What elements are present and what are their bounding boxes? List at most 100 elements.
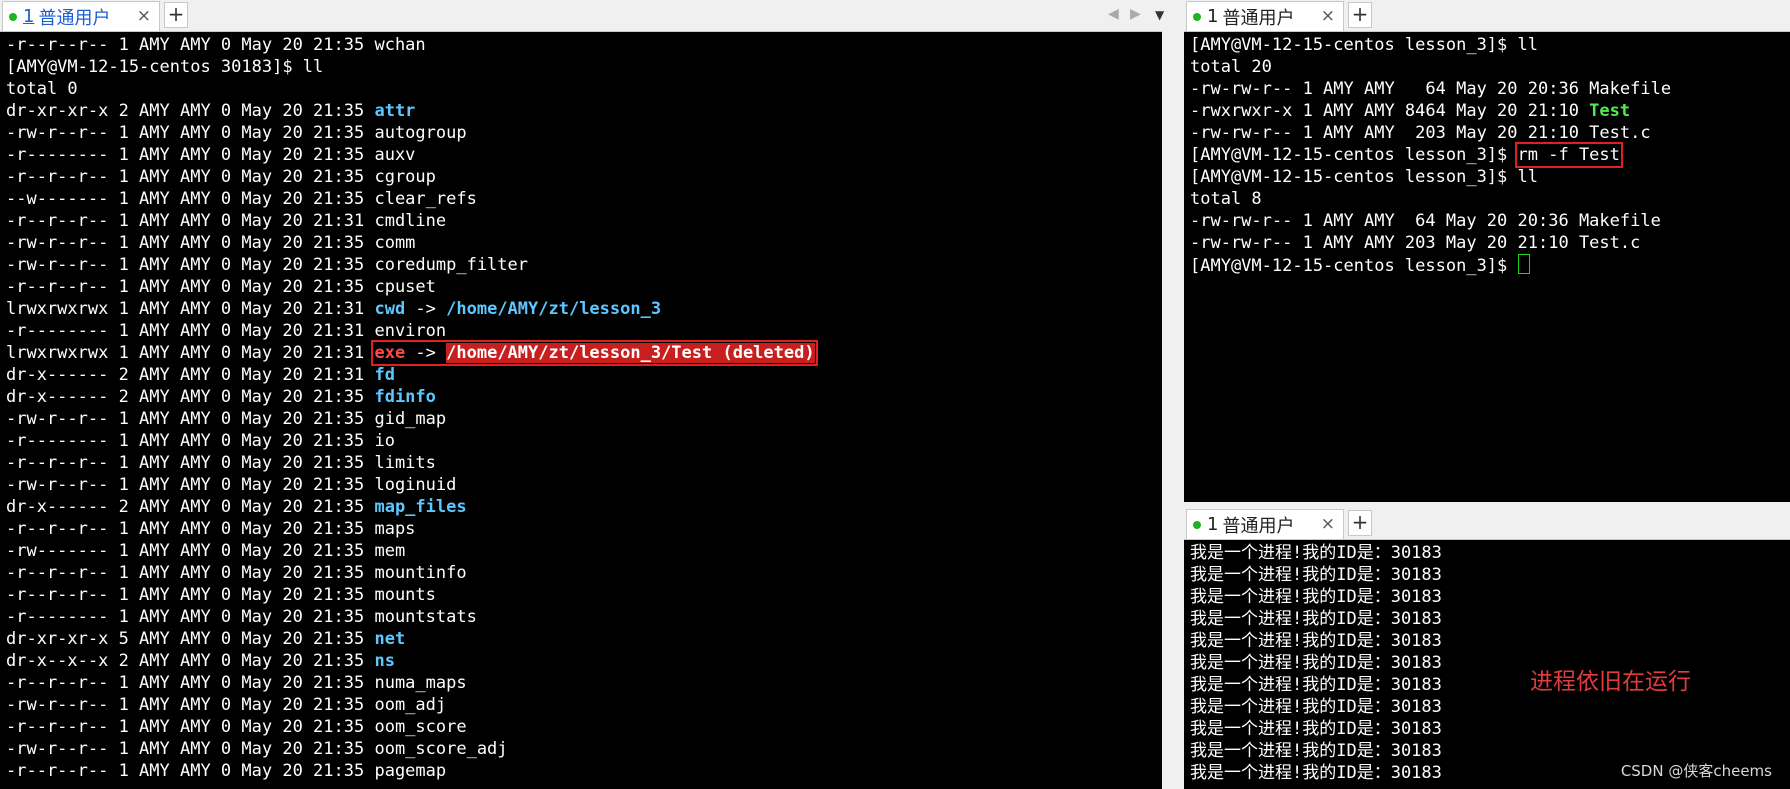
file-meta: --w------- 1 AMY AMY 0 May 20 21:35 [6,189,375,209]
add-tab-button[interactable]: + [164,2,188,28]
terminal-line: -r--r--r-- 1 AMY AMY 0 May 20 21:35 maps [6,518,1156,540]
process-output-line: 我是一个进程!我的ID是：30183 [1190,675,1442,695]
terminal-line: -r--r--r-- 1 AMY AMY 0 May 20 21:35 wcha… [6,34,1156,56]
file-name: wchan [374,35,426,55]
tab-normal-user-left[interactable]: 1 普通用户 × [2,1,160,31]
file-meta: -r--r--r-- 1 AMY AMY 0 May 20 21:35 [6,761,375,781]
terminal-line: total 0 [6,78,1156,100]
terminal-line: -r--r--r-- 1 AMY AMY 0 May 20 21:35 moun… [6,584,1156,606]
terminal-line: -rw-rw-r-- 1 AMY AMY 203 May 20 21:10 Te… [1190,122,1790,144]
file-meta: -rw-r--r-- 1 AMY AMY 0 May 20 21:35 [6,475,375,495]
add-tab-button[interactable]: + [1348,510,1372,536]
file-meta: -r-------- 1 AMY AMY 0 May 20 21:35 [6,431,375,451]
terminal-line: -rw-r--r-- 1 AMY AMY 0 May 20 21:35 oom_… [6,694,1156,716]
connected-status-icon [1193,520,1201,529]
terminal-line: -r--r--r-- 1 AMY AMY 0 May 20 21:35 moun… [6,562,1156,584]
file-meta: -r--r--r-- 1 AMY AMY 0 May 20 21:35 [6,585,375,605]
annotation-process-still-running: 进程依旧在运行 [1530,669,1691,695]
file-meta: -r--r--r-- 1 AMY AMY 0 May 20 21:35 [6,717,375,737]
tab-normal-user-top-right[interactable]: 1 普通用户 × [1186,1,1344,31]
scroll-tabs-left-icon[interactable]: ◀ [1108,6,1119,22]
file-name: cmdline [374,211,447,231]
terminal-line: -rw-r--r-- 1 AMY AMY 0 May 20 21:35 core… [6,254,1156,276]
bottom-right-terminal-pane[interactable]: 1 普通用户 × + 我是一个进程!我的ID是：30183 我是一个进程!我的ID… [1184,508,1790,789]
terminal-line: -r--r--r-- 1 AMY AMY 0 May 20 21:35 numa… [6,672,1156,694]
left-terminal-pane[interactable]: 1 普通用户 × + ◀ ▶ ▼ -r--r--r-- 1 AMY AMY 0 … [0,0,1170,789]
file-name: coredump_filter [374,255,528,275]
process-output-line: 我是一个进程!我的ID是：30183 [1190,653,1442,673]
file-meta: dr-x------ 2 AMY AMY 0 May 20 21:35 [6,387,375,407]
terminal-cursor [1517,254,1530,274]
prompt-command: [AMY@VM-12-15-centos lesson_3]$ ll [1190,167,1538,187]
tab-label: 普通用户 [38,7,111,29]
tab-number: 1 [1207,514,1219,535]
top-right-terminal-pane[interactable]: 1 普通用户 × + [AMY@VM-12-15-centos lesson_3… [1184,0,1790,502]
file-meta: lrwxrwxrwx 1 AMY AMY 0 May 20 21:31 [6,343,375,363]
left-terminal-output[interactable]: -r--r--r-- 1 AMY AMY 0 May 20 21:35 wcha… [0,31,1156,789]
terminal-line: -rw-r--r-- 1 AMY AMY 0 May 20 21:35 gid_… [6,408,1156,430]
terminal-line: lrwxrwxrwx 1 AMY AMY 0 May 20 21:31 exe … [6,340,1156,366]
file-meta: -rw------- 1 AMY AMY 0 May 20 21:35 [6,541,375,561]
terminal-line: -rw-r--r-- 1 AMY AMY 0 May 20 21:35 comm [6,232,1156,254]
terminal-line: -rw------- 1 AMY AMY 0 May 20 21:35 mem [6,540,1156,562]
scroll-tabs-right-icon[interactable]: ▶ [1130,6,1141,22]
file-name: pagemap [374,761,447,781]
process-output-line: 我是一个进程!我的ID是：30183 [1190,697,1442,717]
terminal-line: -r--r--r-- 1 AMY AMY 0 May 20 21:35 page… [6,760,1156,782]
close-tab-icon[interactable]: × [1321,6,1335,26]
left-tab-bar: 1 普通用户 × + ◀ ▶ ▼ [0,0,1170,32]
close-tab-icon[interactable]: × [137,6,151,26]
file-meta: -r-------- 1 AMY AMY 0 May 20 21:35 [6,145,375,165]
terminal-line: -r-------- 1 AMY AMY 0 May 20 21:35 io [6,430,1156,452]
line-text: total 8 [1190,189,1262,209]
file-name: Makefile [1589,79,1672,99]
file-meta: dr-x------ 2 AMY AMY 0 May 20 21:35 [6,497,375,517]
file-name: fd [374,365,395,385]
close-tab-icon[interactable]: × [1321,514,1335,534]
top-right-terminal-output[interactable]: [AMY@VM-12-15-centos lesson_3]$ ll total … [1184,31,1790,502]
file-name: map_files [374,497,467,517]
file-meta: -r--r--r-- 1 AMY AMY 0 May 20 21:35 [6,167,375,187]
file-meta: -rw-r--r-- 1 AMY AMY 0 May 20 21:35 [6,409,375,429]
prompt: [AMY@VM-12-15-centos lesson_3]$ [1190,145,1508,165]
file-name: mounts [374,585,436,605]
file-name: mountstats [374,607,477,627]
tab-normal-user-bottom-right[interactable]: 1 普通用户 × [1186,509,1344,539]
file-name: cgroup [374,167,436,187]
file-name: oom_score_adj [374,739,508,759]
left-scrollbar[interactable] [1162,31,1170,789]
terminal-line: dr-xr-xr-x 2 AMY AMY 0 May 20 21:35 attr [6,100,1156,122]
file-meta: -r--r--r-- 1 AMY AMY 0 May 20 21:31 [6,211,375,231]
terminal-line: total 20 [1190,56,1790,78]
process-output-line: 我是一个进程!我的ID是：30183 [1190,543,1442,563]
line-text: total 0 [6,79,78,99]
process-output-line: 我是一个进程!我的ID是：30183 [1190,719,1442,739]
file-name: environ [374,321,447,341]
terminal-line: -r--r--r-- 1 AMY AMY 0 May 20 21:31 cmdl… [6,210,1156,232]
terminal-line: -rw-r--r-- 1 AMY AMY 0 May 20 21:35 oom_… [6,738,1156,760]
file-name: oom_adj [374,695,447,715]
bottom-right-tab-bar: 1 普通用户 × + [1184,508,1790,540]
file-name: numa_maps [374,673,467,693]
terminal-line: total 8 [1190,188,1790,210]
file-meta: -rw-r--r-- 1 AMY AMY 0 May 20 21:35 [6,739,375,759]
pane-divider[interactable] [1170,0,1184,789]
file-name: mem [374,541,406,561]
file-meta: -rw-rw-r-- 1 AMY AMY 203 May 20 21:10 [1190,123,1590,143]
file-name: exe [374,343,406,363]
file-name: maps [374,519,416,539]
terminal-line: lrwxrwxrwx 1 AMY AMY 0 May 20 21:31 cwd … [6,298,1156,320]
terminal-line: -rwxrwxr-x 1 AMY AMY 8464 May 20 21:10 T… [1190,100,1790,122]
bottom-right-terminal-output[interactable]: 我是一个进程!我的ID是：30183 我是一个进程!我的ID是：30183 我是一个… [1184,539,1790,789]
file-name: Test.c [1578,233,1641,253]
file-meta: -r--r--r-- 1 AMY AMY 0 May 20 21:35 [6,453,375,473]
terminal-line: -rw-r--r-- 1 AMY AMY 0 May 20 21:35 logi… [6,474,1156,496]
terminal-line: [AMY@VM-12-15-centos lesson_3]$ rm -f Te… [1190,142,1790,168]
terminal-line: -r-------- 1 AMY AMY 0 May 20 21:31 envi… [6,320,1156,342]
connected-status-icon [9,12,17,21]
add-tab-button[interactable]: + [1348,2,1372,28]
tab-list-menu-icon[interactable]: ▼ [1155,8,1164,22]
terminal-line: -rw-r--r-- 1 AMY AMY 0 May 20 21:35 auto… [6,122,1156,144]
file-meta: -r--r--r-- 1 AMY AMY 0 May 20 21:35 [6,277,375,297]
